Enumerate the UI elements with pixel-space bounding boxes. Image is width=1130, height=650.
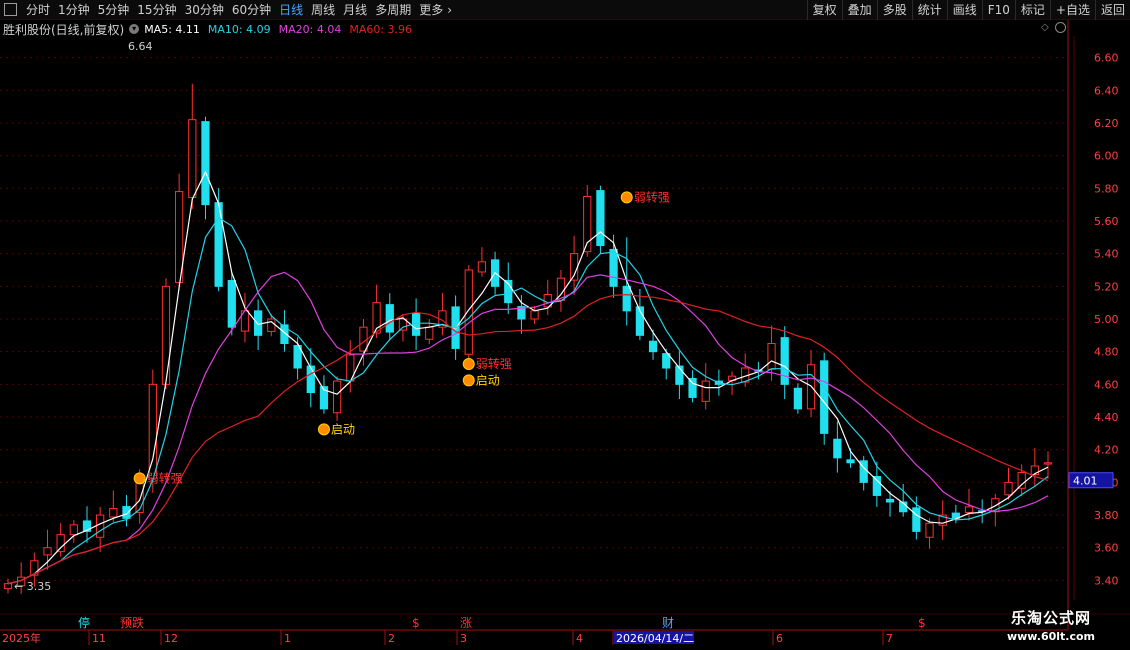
signal-label: 弱转强 (634, 189, 670, 204)
y-tick-label: 5.40 (1094, 248, 1119, 261)
candle-body (306, 365, 315, 394)
candlestick-chart[interactable]: 6.60 6.40 6.20 6.00 5.80 5.60 5.40 5.20 5.00 4.80… (0, 0, 1130, 650)
high-price-label: 6.64 (128, 40, 153, 53)
candle-body (43, 547, 52, 556)
bottom-marker: $ (918, 616, 926, 630)
x-tick-label: 3 (460, 632, 467, 645)
candle-body (161, 285, 171, 385)
candle-body (820, 360, 829, 434)
candle-body (227, 279, 236, 328)
signal-label: 弱转强 (147, 470, 183, 485)
candle-body (964, 506, 974, 513)
y-tick-label: 6.60 (1094, 52, 1119, 65)
candle-body (688, 377, 697, 398)
current-price-label: 4.01 (1073, 475, 1098, 488)
candle-body (3, 583, 13, 590)
candle-body (846, 459, 855, 464)
y-tick-label: 3.80 (1094, 509, 1119, 522)
candle-body (530, 310, 539, 320)
candle-body (56, 534, 65, 553)
signal-icon (462, 374, 475, 387)
candle-body (267, 318, 276, 332)
signal-icon (317, 423, 330, 436)
candle-body (201, 121, 210, 206)
candle-body (359, 326, 368, 352)
candle-body (69, 524, 78, 536)
signal-label: 启动 (476, 373, 500, 387)
bottom-marker: $ (412, 616, 420, 630)
watermark: 乐淘公式网 www.60lt.com (996, 607, 1106, 643)
candle-body (254, 310, 263, 336)
ma10-line (7, 216, 1049, 585)
candle-body (96, 514, 105, 538)
candle-body (1017, 472, 1026, 489)
candle-body (833, 438, 842, 459)
y-tick-label: 6.40 (1094, 84, 1119, 97)
candle-body (109, 508, 118, 518)
candle-body (609, 248, 618, 287)
bottom-marker: 预跌 (120, 615, 144, 630)
candle-body (596, 190, 605, 246)
candle-body (925, 522, 934, 538)
candle-body (332, 380, 342, 414)
candle-body (477, 261, 487, 273)
bottom-marker: 财 (662, 616, 674, 630)
bottom-marker: 停 (78, 615, 90, 630)
candle-body (1004, 481, 1013, 496)
x-tick-label: 12 (164, 632, 178, 645)
candle-body (464, 269, 473, 355)
y-tick-label: 6.00 (1094, 150, 1119, 163)
signal-icon (133, 472, 146, 485)
y-tick-label: 3.60 (1094, 542, 1119, 555)
signal-icon (620, 191, 633, 204)
y-tick-label: 4.40 (1094, 411, 1119, 424)
candle-body (767, 343, 776, 370)
candle-body (793, 387, 802, 410)
x-tick-label: 2026/04/14/二 (616, 632, 694, 645)
y-tick-label: 5.60 (1094, 215, 1119, 228)
x-tick-label: 11 (92, 632, 106, 645)
candle-body (872, 475, 881, 496)
candle-body (885, 498, 895, 503)
candle-body (701, 380, 710, 402)
candle-body (188, 119, 197, 198)
candle-body (648, 340, 658, 353)
y-tick-label: 5.80 (1094, 182, 1119, 195)
candle-body (385, 304, 394, 333)
y-tick-label: 3.40 (1094, 574, 1119, 587)
signal-label: 启动 (331, 422, 355, 436)
y-tick-label: 4.20 (1094, 444, 1119, 457)
candle-body (622, 285, 631, 312)
bottom-marker: 涨 (460, 615, 472, 630)
candle-body (425, 326, 434, 340)
watermark-url: www.60lt.com (1006, 630, 1096, 643)
signal-label: 弱转强 (476, 356, 512, 371)
watermark-title: 乐淘公式网 (1010, 609, 1091, 627)
x-tick-label: 2 (388, 632, 395, 645)
candle-body (148, 383, 157, 479)
x-tick-label: 1 (284, 632, 291, 645)
x-tick-label: 4 (576, 632, 583, 645)
candle-body (1043, 462, 1053, 465)
y-tick-label: 4.80 (1094, 346, 1119, 359)
x-tick-label: 7 (886, 632, 893, 645)
x-tick-label: 2025年 (2, 631, 41, 645)
y-tick-label: 4.60 (1094, 378, 1119, 391)
y-tick-label: 5.00 (1094, 313, 1119, 326)
x-tick-label: 6 (776, 632, 783, 645)
low-price-label: ← 3.35 (14, 580, 51, 593)
y-tick-label: 6.20 (1094, 117, 1119, 130)
candle-body (912, 507, 921, 532)
y-tick-label: 5.20 (1094, 280, 1119, 293)
candle-body (122, 506, 131, 519)
candle-body (780, 337, 789, 385)
signal-icon (462, 358, 475, 371)
